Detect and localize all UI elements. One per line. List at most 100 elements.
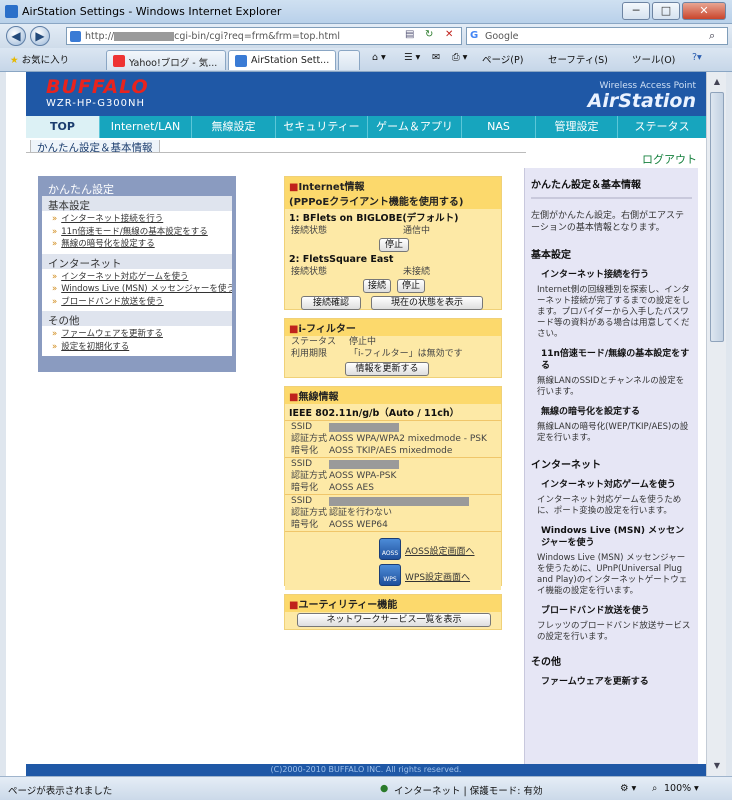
star-icon: ★ <box>10 55 19 66</box>
auth-row-1: 認証方式 AOSS WPA/WPA2 mixedmode - PSK <box>291 434 487 444</box>
ssid-row-3: SSID <box>285 495 501 507</box>
tab-airstation[interactable]: AirStation Sett... <box>228 50 336 70</box>
mail-icon[interactable]: ✉ <box>432 52 440 63</box>
arrow-icon: » <box>52 271 58 282</box>
main-nav: TOP Internet/LAN 無線設定 セキュリティー ゲーム＆アプリ NA… <box>26 116 706 138</box>
nav-top[interactable]: TOP <box>26 116 100 138</box>
help-item-title: インターネット対応ゲームを使う <box>541 480 676 490</box>
buffalo-logo: BUFFALO <box>46 76 149 98</box>
aoss-icon[interactable]: AOSS <box>379 538 401 560</box>
address-input[interactable]: http://cgi-bin/cgi?req=frm&frm=top.html … <box>66 27 462 45</box>
refresh-icon[interactable]: ↻ <box>425 29 433 40</box>
conn2-stop-button[interactable]: 停止 <box>397 279 425 293</box>
minimize-button[interactable]: ─ <box>622 2 650 20</box>
enc-row-1: 暗号化 AOSS TKIP/AES mixedmode <box>291 446 453 456</box>
arrow-icon: » <box>52 341 58 352</box>
airstation-tab-icon <box>235 55 247 67</box>
link-encryption[interactable]: » 無線の暗号化を設定する <box>52 238 232 251</box>
wps-settings-link[interactable]: WPS設定画面へ <box>405 570 470 583</box>
help-item-title: Windows Live (MSN) メッセンジャーを使う <box>541 526 685 548</box>
help-icon[interactable]: ?▾ <box>692 52 702 63</box>
zoom-icon[interactable]: ⌕ <box>652 783 657 794</box>
back-button[interactable]: ◀ <box>6 26 26 46</box>
scroll-down-icon[interactable]: ▼ <box>709 758 725 774</box>
feeds-icon[interactable]: ☰ ▾ <box>404 52 420 63</box>
show-status-button[interactable]: 現在の状態を表示 <box>371 296 483 310</box>
logout-link[interactable]: ログアウト <box>642 151 697 167</box>
conn1-status: 通信中 <box>403 226 431 236</box>
nav-wireless[interactable]: 無線設定 <box>192 116 276 138</box>
link-game[interactable]: » インターネット対応ゲームを使う <box>52 271 232 284</box>
link-internet-connect[interactable]: » インターネット接続を行う <box>52 213 232 226</box>
ssid-blurred <box>329 423 399 432</box>
nav-security[interactable]: セキュリティー <box>276 116 368 138</box>
protected-mode-icon[interactable]: ⚙ ▾ <box>620 783 636 794</box>
favorites-button[interactable]: ★ お気に入り <box>10 52 69 66</box>
conn2-connect-button[interactable]: 接続 <box>363 279 391 293</box>
ifilter-status-row: ステータス 停止中 <box>291 337 377 347</box>
help-item-title: ファームウェアを更新する <box>541 677 649 687</box>
forward-button[interactable]: ▶ <box>30 26 50 46</box>
nav-status[interactable]: ステータス <box>618 116 706 138</box>
tools-menu[interactable]: ツール(O) <box>632 52 675 66</box>
google-icon: G <box>470 30 479 41</box>
help-item-desc: インターネット対応ゲームを使うために、ポート変換の設定を行います。 <box>537 495 682 516</box>
url-blurred <box>114 32 175 41</box>
yahoo-icon <box>113 55 125 67</box>
print-icon[interactable]: ⎙ ▾ <box>452 52 467 63</box>
nav-nas[interactable]: NAS <box>462 116 536 138</box>
help-intro: 左側がかんたん設定。右側がエアステーションの基本情報となります。 <box>531 211 685 233</box>
home-icon[interactable]: ⌂ ▾ <box>372 52 386 63</box>
search-icon[interactable]: ⌕ <box>709 29 715 43</box>
new-tab-button[interactable] <box>338 50 360 70</box>
help-item-desc: Windows Live (MSN) メッセンジャーを使うために、UPnP(Un… <box>537 553 688 596</box>
ifilter-box: ■i-フィルター ステータス 停止中 利用期限 「i-フィルター」は無効です 情報を… <box>284 318 502 378</box>
link-firmware[interactable]: » ファームウェアを更新する <box>52 328 232 341</box>
link-broadband[interactable]: » ブロードバンド放送を使う <box>52 296 232 309</box>
zoom-dropdown-icon[interactable]: ▾ <box>694 783 699 794</box>
zoom-level[interactable]: 100% <box>664 783 691 794</box>
search-input[interactable]: G Google ⌕ <box>466 27 728 45</box>
utility-box: ■ユーティリティー機能 ネットワークサービス一覧を表示 <box>284 594 502 630</box>
help-item-title: インターネット接続を行う <box>541 270 650 280</box>
nav-internet-lan[interactable]: Internet/LAN <box>100 116 192 138</box>
wireless-box: ■無線情報 IEEE 802.11n/g/b（Auto / 11ch） SSID… <box>284 386 502 590</box>
compat-view-icon[interactable]: ▤ <box>405 29 414 40</box>
help-item-desc: 無線LANの暗号化(WEP/TKIP/AES)の設定を行います。 <box>537 422 689 443</box>
nav-admin[interactable]: 管理設定 <box>536 116 618 138</box>
page-menu[interactable]: ページ(P) <box>482 52 523 66</box>
nav-game-apps[interactable]: ゲーム＆アプリ <box>368 116 462 138</box>
quick-setup-panel: かんたん設定 基本設定 » インターネット接続を行う » 11n倍速モード/無線の基… <box>38 176 236 372</box>
check-connection-button[interactable]: 接続確認 <box>301 296 361 310</box>
wps-icon[interactable]: WPS <box>379 564 401 586</box>
arrow-icon: » <box>52 214 58 224</box>
status-bar: ページが表示されました ● インターネット | 保護モード: 有効 ⚙ ▾ ⌕ … <box>0 776 732 800</box>
link-factory-reset[interactable]: » 設定を初期化する <box>52 341 232 354</box>
scrollbar-thumb[interactable] <box>710 92 724 342</box>
vertical-scrollbar[interactable]: ▲ ▼ <box>706 72 726 776</box>
maximize-button[interactable]: □ <box>652 2 680 20</box>
help-title: かんたん設定＆基本情報 <box>531 180 641 191</box>
arrow-icon: » <box>52 284 58 294</box>
help-item-desc: Internet側の回線種別を探索し、インターネット接続が完了するまでの設定をし… <box>537 285 691 339</box>
enc-row-2: 暗号化 AOSS AES <box>291 483 374 493</box>
scroll-up-icon[interactable]: ▲ <box>709 74 725 90</box>
link-messenger[interactable]: » Windows Live (MSN) メッセンジャーを使う <box>52 283 232 296</box>
tab-yahoo[interactable]: Yahoo!ブログ - 気... <box>106 50 226 70</box>
quick-setup-title: かんたん設定 <box>48 183 114 196</box>
conn1-stop-button[interactable]: 停止 <box>379 238 409 252</box>
conn1-name: 1: BFlets on BIGLOBE(デフォルト) <box>289 213 459 224</box>
help-item-title: 11n倍速モード/無線の基本設定をする <box>541 349 690 371</box>
network-services-button[interactable]: ネットワークサービス一覧を表示 <box>297 613 491 627</box>
section-other-heading: その他 <box>42 311 232 327</box>
link-11n-basic[interactable]: » 11n倍速モード/無線の基本設定をする <box>52 226 232 239</box>
close-button[interactable]: ✕ <box>682 2 726 20</box>
copyright-footer: (C)2000-2010 BUFFALO INC. All rights res… <box>26 764 706 776</box>
safety-menu[interactable]: セーフティ(S) <box>548 52 608 66</box>
stop-icon[interactable]: ✕ <box>445 29 453 40</box>
url-text: http:// cgi-bin/cgi?req=frm&frm=top.html <box>85 31 340 42</box>
auth-row-2: 認証方式 AOSS WPA-PSK <box>291 471 397 481</box>
update-info-button[interactable]: 情報を更新する <box>345 362 429 376</box>
aoss-settings-link[interactable]: AOSS設定画面へ <box>405 544 475 557</box>
ssid-blurred <box>329 460 399 469</box>
